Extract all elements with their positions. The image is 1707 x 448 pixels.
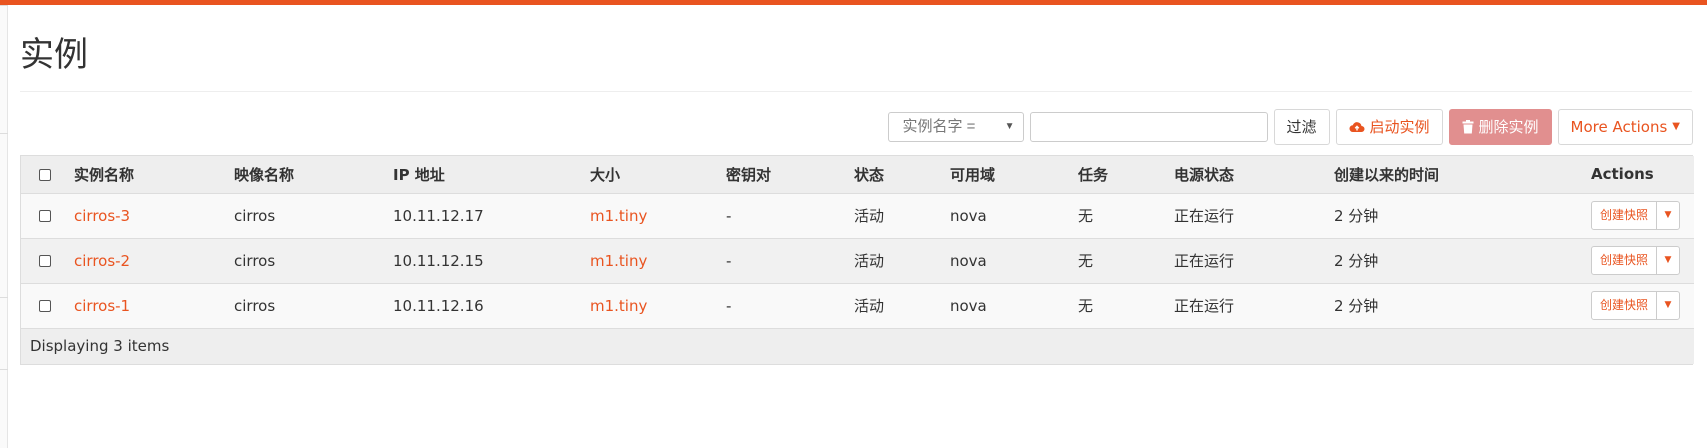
- status-cell: 活动: [854, 207, 885, 225]
- column-header-keypair[interactable]: 密钥对: [726, 156, 854, 193]
- create-snapshot-button[interactable]: 创建快照: [1592, 202, 1658, 229]
- ip-address-cell: 10.11.12.15: [393, 251, 484, 270]
- filter-button[interactable]: 过滤: [1273, 109, 1330, 145]
- launch-instance-label: 启动实例: [1369, 118, 1430, 136]
- filter-input[interactable]: [1029, 112, 1268, 142]
- row-checkbox[interactable]: [39, 255, 51, 267]
- power-state-cell: 正在运行: [1174, 297, 1235, 315]
- column-header-task[interactable]: 任务: [1078, 156, 1174, 193]
- table-row: cirros-3 cirros 10.11.12.17 m1.tiny - 活动…: [21, 193, 1694, 238]
- image-name-cell: cirros: [234, 206, 276, 225]
- delete-instances-label: 删除实例: [1478, 118, 1539, 136]
- sidebar-edge: [0, 5, 8, 448]
- caret-down-icon[interactable]: ▼: [1657, 202, 1679, 229]
- availability-zone-cell: nova: [950, 296, 987, 315]
- column-header-image[interactable]: 映像名称: [234, 156, 393, 193]
- row-actions-split-button: 创建快照 ▼: [1591, 201, 1681, 230]
- page-title: 实例: [20, 35, 88, 75]
- row-checkbox[interactable]: [39, 210, 51, 222]
- task-cell: 无: [1078, 297, 1094, 315]
- filter-button-label: 过滤: [1286, 118, 1317, 136]
- caret-down-icon: ▼: [1672, 121, 1680, 132]
- table-row: cirros-2 cirros 10.11.12.15 m1.tiny - 活动…: [21, 238, 1694, 283]
- ip-address-cell: 10.11.12.16: [393, 296, 484, 315]
- status-cell: 活动: [854, 252, 885, 270]
- instances-table: 实例名称 映像名称 IP 地址 大小 密钥对 状态 可用域 任务 电源状态 创建…: [20, 155, 1694, 365]
- instance-name-link[interactable]: cirros-1: [74, 283, 234, 328]
- filter-field-select[interactable]: 实例名字 = ▼: [887, 112, 1024, 142]
- column-header-actions: Actions: [1591, 165, 1654, 184]
- column-header-size[interactable]: 大小: [590, 156, 726, 193]
- keypair-cell: -: [726, 296, 732, 315]
- status-cell: 活动: [854, 297, 885, 315]
- item-count-text: Displaying 3 items: [30, 337, 170, 356]
- image-name-cell: cirros: [234, 296, 276, 315]
- age-cell: 2 分钟: [1334, 207, 1379, 225]
- flavor-link[interactable]: m1.tiny: [590, 283, 726, 328]
- column-header-status[interactable]: 状态: [854, 156, 950, 193]
- top-accent-bar: [0, 0, 1707, 5]
- flavor-link[interactable]: m1.tiny: [590, 238, 726, 283]
- availability-zone-cell: nova: [950, 206, 987, 225]
- age-cell: 2 分钟: [1334, 297, 1379, 315]
- table-toolbar: 实例名字 = ▼ 过滤 启动实例 删除实例 More Actions ▼: [887, 109, 1693, 145]
- age-cell: 2 分钟: [1334, 252, 1379, 270]
- delete-instances-button[interactable]: 删除实例: [1448, 109, 1552, 145]
- create-snapshot-button[interactable]: 创建快照: [1592, 292, 1658, 319]
- more-actions-label: More Actions: [1570, 118, 1668, 136]
- row-checkbox[interactable]: [39, 300, 51, 312]
- task-cell: 无: [1078, 252, 1094, 270]
- power-state-cell: 正在运行: [1174, 252, 1235, 270]
- column-header-age[interactable]: 创建以来的时间: [1334, 156, 1591, 193]
- flavor-link[interactable]: m1.tiny: [590, 193, 726, 238]
- cloud-upload-icon: [1349, 122, 1365, 133]
- power-state-cell: 正在运行: [1174, 207, 1235, 225]
- image-name-cell: cirros: [234, 251, 276, 270]
- trash-icon: [1462, 120, 1474, 134]
- table-row: cirros-1 cirros 10.11.12.16 m1.tiny - 活动…: [21, 283, 1694, 328]
- table-header-row: 实例名称 映像名称 IP 地址 大小 密钥对 状态 可用域 任务 电源状态 创建…: [21, 156, 1694, 193]
- column-header-power[interactable]: 电源状态: [1174, 156, 1334, 193]
- instance-name-link[interactable]: cirros-2: [74, 238, 234, 283]
- row-actions-split-button: 创建快照 ▼: [1591, 246, 1681, 275]
- page-header: 实例: [20, 30, 1692, 92]
- launch-instance-button[interactable]: 启动实例: [1335, 109, 1443, 145]
- column-header-name[interactable]: 实例名称: [74, 156, 234, 193]
- select-all-checkbox[interactable]: [39, 168, 51, 181]
- caret-down-icon[interactable]: ▼: [1657, 292, 1679, 319]
- column-header-ip[interactable]: IP 地址: [393, 156, 590, 193]
- availability-zone-cell: nova: [950, 251, 987, 270]
- caret-down-icon: ▼: [1004, 121, 1015, 132]
- table-footer-row: Displaying 3 items: [21, 328, 1694, 364]
- filter-field-label: 实例名字 =: [902, 118, 976, 135]
- keypair-cell: -: [726, 251, 732, 270]
- ip-address-cell: 10.11.12.17: [393, 206, 484, 225]
- more-actions-button[interactable]: More Actions ▼: [1557, 109, 1693, 145]
- create-snapshot-button[interactable]: 创建快照: [1592, 247, 1658, 274]
- column-header-az[interactable]: 可用域: [950, 156, 1078, 193]
- task-cell: 无: [1078, 207, 1094, 225]
- instance-name-link[interactable]: cirros-3: [74, 193, 234, 238]
- keypair-cell: -: [726, 206, 732, 225]
- row-actions-split-button: 创建快照 ▼: [1591, 291, 1681, 320]
- caret-down-icon[interactable]: ▼: [1657, 247, 1679, 274]
